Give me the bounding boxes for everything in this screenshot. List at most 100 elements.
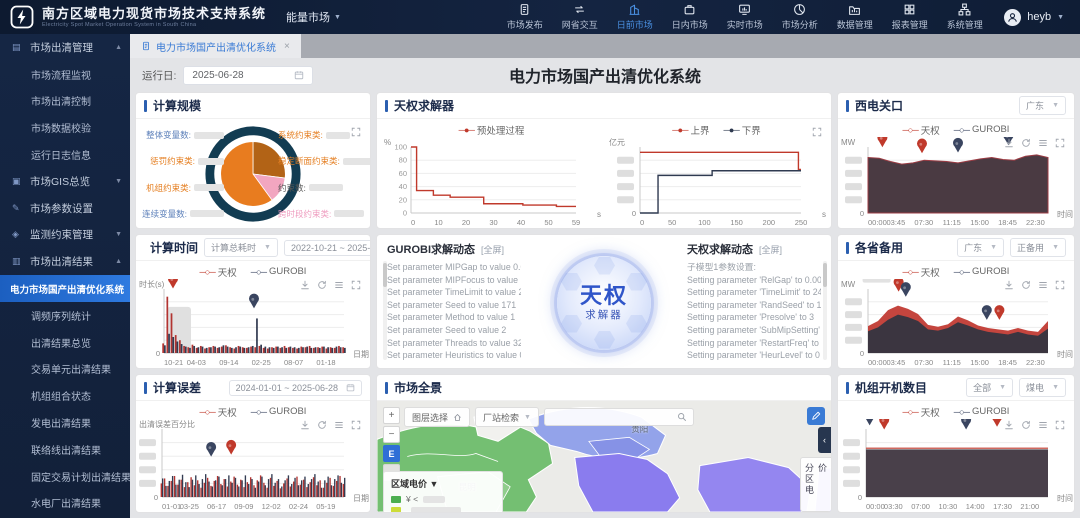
- sidebar-item[interactable]: 市场出清控制: [0, 88, 130, 115]
- svg-text:20: 20: [399, 195, 407, 204]
- data-icon: [848, 3, 861, 16]
- sidebar-item[interactable]: 市场数据校验: [0, 114, 130, 141]
- nav-exchange[interactable]: 网省交互: [552, 1, 607, 34]
- list-icon[interactable]: [1038, 138, 1048, 148]
- legend-item[interactable]: ─○─天权: [903, 123, 940, 137]
- search-icon[interactable]: [677, 412, 687, 422]
- sidebar-item[interactable]: 出清结果总览: [0, 329, 130, 356]
- svg-text:02-25: 02-25: [252, 358, 271, 367]
- map-e-button[interactable]: E: [383, 445, 400, 462]
- legend-item[interactable]: ─○─GUROBI: [954, 406, 1010, 417]
- sidebar-item[interactable]: 固定交易计划出清结果: [0, 463, 130, 490]
- fullscreen-link[interactable]: [全屏]: [759, 245, 782, 255]
- sidebar-item[interactable]: 运行日志信息: [0, 141, 130, 168]
- run-date-picker[interactable]: 2025-06-28: [183, 66, 313, 85]
- svg-text:01-18: 01-18: [316, 358, 335, 367]
- download-icon[interactable]: [300, 280, 310, 290]
- nav-analysis[interactable]: 市场分析: [772, 1, 827, 34]
- nav-realtime[interactable]: 实时市场: [717, 1, 772, 34]
- legend-item[interactable]: ─○─GUROBI: [954, 266, 1010, 277]
- legend-item[interactable]: ─○─GUROBI: [954, 124, 1010, 135]
- map-zoom-out-button[interactable]: −: [383, 426, 400, 443]
- fullscreen-icon[interactable]: [1055, 420, 1065, 430]
- panel-tianquan-solver: 天权求解器 ─●─预处理过程 020406080100%010203040505…: [376, 92, 832, 229]
- reserve-type-select[interactable]: 正备用▼: [1010, 238, 1066, 257]
- legend-item[interactable]: ─●─下界: [724, 123, 761, 137]
- legend-item[interactable]: ─○─天权: [903, 405, 940, 419]
- fullscreen-icon[interactable]: [1055, 280, 1065, 290]
- app-title: 南方区域电力现货市场技术支持系统: [42, 7, 266, 20]
- panel-title: 计算规模: [153, 97, 201, 114]
- download-icon[interactable]: [1004, 420, 1014, 430]
- sidebar-item[interactable]: 发电出清结果: [0, 409, 130, 436]
- fullscreen-icon[interactable]: [1055, 138, 1065, 148]
- fullscreen-icon[interactable]: [351, 127, 361, 137]
- refresh-icon[interactable]: [317, 420, 327, 430]
- metric-select[interactable]: 计算总耗时▼: [204, 238, 278, 257]
- scrollbar[interactable]: [383, 261, 387, 360]
- refresh-icon[interactable]: [1021, 420, 1031, 430]
- fullscreen-icon[interactable]: [351, 280, 361, 290]
- nav-system[interactable]: 系统管理: [937, 1, 992, 34]
- list-icon[interactable]: [334, 420, 344, 430]
- download-icon[interactable]: [1004, 280, 1014, 290]
- map-legend-row: [391, 507, 495, 512]
- legend-item[interactable]: ─○─天权: [200, 405, 237, 419]
- fullscreen-link[interactable]: [全屏]: [481, 245, 504, 255]
- nav-report[interactable]: 报表管理: [882, 1, 937, 34]
- map-edit-button[interactable]: [807, 407, 825, 425]
- unit-type-select[interactable]: 煤电▼: [1019, 378, 1066, 397]
- sidebar-item[interactable]: ✎市场参数设置: [0, 195, 130, 222]
- station-search-dropdown[interactable]: 厂站检索▼: [475, 407, 539, 427]
- map-side-collapse[interactable]: ‹: [818, 427, 831, 453]
- legend-item[interactable]: ─●─上界: [672, 123, 709, 137]
- sidebar-item[interactable]: 联络线出清结果: [0, 436, 130, 463]
- zone-price-tab[interactable]: 分区电价: [800, 457, 831, 512]
- refresh-icon[interactable]: [1021, 280, 1031, 290]
- date-range-picker[interactable]: 2024-01-01 ~ 2025-06-28: [229, 380, 362, 396]
- region-select[interactable]: 全部▼: [966, 378, 1013, 397]
- map-canvas[interactable]: 贵阳 昆明 + − E 图层选择 厂站检索▼: [377, 401, 831, 512]
- download-icon[interactable]: [300, 420, 310, 430]
- legend-item[interactable]: ─○─GUROBI: [251, 266, 307, 277]
- sidebar-item[interactable]: 调频序列统计: [0, 302, 130, 329]
- fullscreen-icon[interactable]: [351, 420, 361, 430]
- sidebar-item[interactable]: 市场流程监视: [0, 61, 130, 88]
- sidebar-item[interactable]: 水电厂出清结果: [0, 490, 130, 517]
- legend-item[interactable]: ─○─GUROBI: [251, 406, 307, 417]
- sidebar-item[interactable]: ▥市场出清结果▲: [0, 248, 130, 275]
- province-select[interactable]: 广东▼: [1019, 96, 1066, 115]
- scrollbar[interactable]: [823, 261, 827, 360]
- sidebar-item[interactable]: 机组组合状态: [0, 382, 130, 409]
- sidebar-item[interactable]: 交易单元出清结果: [0, 356, 130, 383]
- donut-callout: 连续变量数:: [142, 208, 224, 220]
- list-icon[interactable]: [1038, 420, 1048, 430]
- tab-close-icon[interactable]: ×: [284, 41, 290, 52]
- legend-item[interactable]: ─○─天权: [903, 265, 940, 279]
- nav-publish[interactable]: 市场发布: [497, 1, 552, 34]
- map-search-input[interactable]: [551, 411, 677, 423]
- user-menu[interactable]: heyb ▼: [992, 9, 1080, 26]
- fullscreen-icon[interactable]: [812, 127, 822, 137]
- refresh-icon[interactable]: [317, 280, 327, 290]
- sidebar-item[interactable]: ▤市场出清管理▲: [0, 34, 130, 61]
- sidebar-item[interactable]: ◈监测约束管理▼: [0, 222, 130, 249]
- nav-data[interactable]: 数据管理: [827, 1, 882, 34]
- list-icon[interactable]: [1038, 280, 1048, 290]
- nav-intraday[interactable]: 日内市场: [662, 1, 717, 34]
- download-icon[interactable]: [1004, 138, 1014, 148]
- nav-day-ahead[interactable]: 日前市场: [607, 1, 662, 34]
- legend-item[interactable]: ─●─预处理过程: [459, 123, 525, 137]
- province-select[interactable]: 广东▼: [957, 238, 1004, 257]
- market-type-dropdown[interactable]: 能量市场▼: [286, 9, 341, 25]
- tab-clearing-optimization[interactable]: 电力市场国产出清优化系统 ×: [130, 34, 301, 58]
- date-range-picker[interactable]: 2022-10-21 ~ 2025-06-28: [284, 240, 371, 256]
- refresh-icon[interactable]: [1021, 138, 1031, 148]
- layer-select-button[interactable]: 图层选择: [404, 407, 470, 427]
- sidebar-item[interactable]: ▣市场GIS总览▼: [0, 168, 130, 195]
- map-search-box[interactable]: [544, 408, 694, 426]
- list-icon[interactable]: [334, 280, 344, 290]
- map-zoom-in-button[interactable]: +: [383, 407, 400, 424]
- sidebar-item[interactable]: 电力市场国产出清优化系统: [0, 275, 130, 302]
- legend-item[interactable]: ─○─天权: [200, 265, 237, 279]
